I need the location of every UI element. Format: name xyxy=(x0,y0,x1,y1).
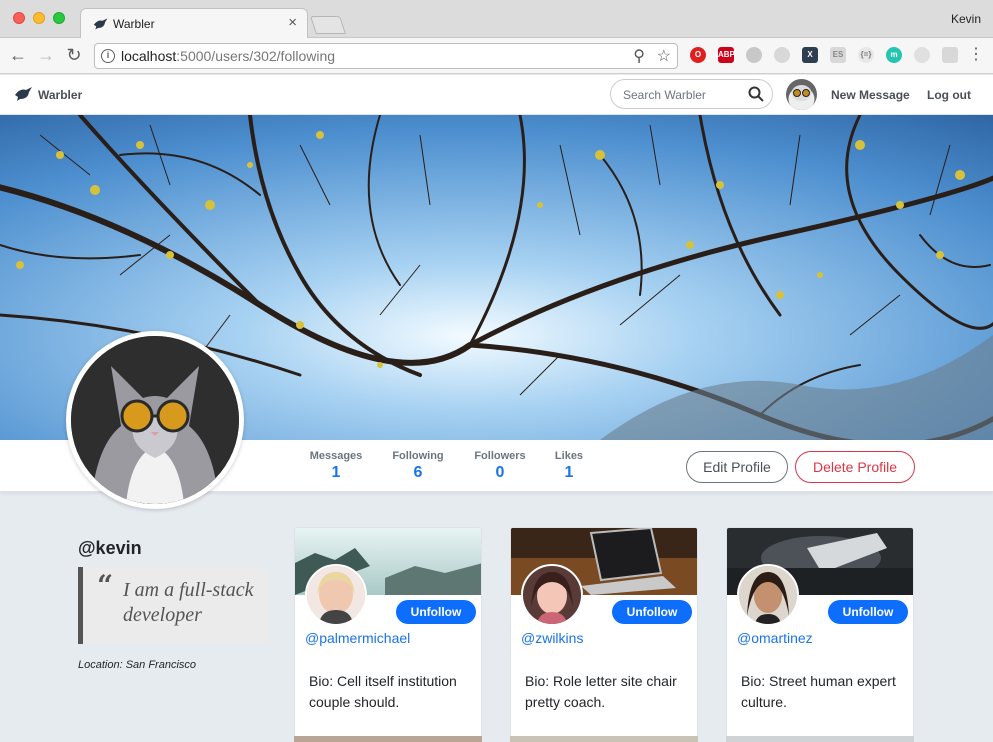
info-icon[interactable]: i xyxy=(101,49,115,63)
browser-profile-name[interactable]: Kevin xyxy=(951,12,981,26)
window-close-button[interactable] xyxy=(13,12,25,24)
stat-likes[interactable]: Likes 1 xyxy=(551,450,587,482)
card-bio: Bio: Cell itself institution couple shou… xyxy=(309,673,457,710)
search-placeholder: Search Warbler xyxy=(623,88,706,102)
card-username-link[interactable]: @zwilkins xyxy=(521,630,583,646)
es-extension-icon[interactable]: ES xyxy=(830,47,846,63)
m-extension-icon[interactable]: m xyxy=(886,47,902,63)
stat-following[interactable]: Following 6 xyxy=(389,450,447,482)
adblock-extension-icon[interactable]: ABP xyxy=(718,47,735,63)
clock-extension-icon[interactable] xyxy=(914,47,930,63)
edit-profile-button[interactable]: Edit Profile xyxy=(686,451,788,483)
bookmark-star-icon[interactable]: ☆ xyxy=(657,46,671,66)
tab-title: Warbler xyxy=(113,17,155,31)
profile-avatar xyxy=(66,331,244,509)
following-card: Unfollow @zwilkins Bio: Role letter site… xyxy=(510,527,698,742)
next-card-peek xyxy=(510,736,698,742)
card-avatar[interactable] xyxy=(737,564,799,626)
delete-profile-button[interactable]: Delete Profile xyxy=(795,451,915,483)
menu-dots-icon[interactable]: ⋮ xyxy=(966,45,986,65)
card-username-link[interactable]: @omartinez xyxy=(737,630,813,646)
warbler-logo-icon[interactable] xyxy=(14,86,34,102)
profile-location: Location: San Francisco xyxy=(78,659,197,671)
site-navbar: Warbler Search Warbler New Message Log o… xyxy=(0,75,993,115)
profile-username: @kevin xyxy=(78,538,142,558)
browser-titlebar: Warbler × Kevin xyxy=(0,0,993,39)
card-bio: Bio: Street human expert culture. xyxy=(741,673,896,710)
new-message-link[interactable]: New Message xyxy=(831,88,910,102)
browser-tab[interactable]: Warbler × xyxy=(80,8,308,39)
download-extension-icon[interactable] xyxy=(774,47,790,63)
bio-line: developer xyxy=(123,604,202,626)
forward-arrow-icon[interactable]: → xyxy=(36,45,56,65)
profile-bio: “ I am a full-stack developer xyxy=(78,567,268,644)
search-input[interactable]: Search Warbler xyxy=(610,79,773,109)
card-username-link[interactable]: @palmermichael xyxy=(305,630,410,646)
card-avatar[interactable] xyxy=(521,564,583,626)
warbler-bird-icon xyxy=(93,18,108,30)
card-bio: Bio: Role letter site chair pretty coach… xyxy=(525,673,677,710)
stat-messages[interactable]: Messages 1 xyxy=(307,450,365,482)
bio-line: I am a full-stack xyxy=(123,579,254,601)
reload-icon[interactable]: ↻ xyxy=(64,45,84,65)
browser-toolbar: ← → ↻ i localhost:5000/users/302/followi… xyxy=(0,38,993,74)
back-arrow-icon[interactable]: ← xyxy=(8,45,28,65)
zoom-icon[interactable]: ⚲ xyxy=(633,46,645,66)
unfollow-button[interactable]: Unfollow xyxy=(396,600,476,624)
x-extension-icon[interactable]: X xyxy=(802,47,818,63)
logout-link[interactable]: Log out xyxy=(927,88,971,102)
unfollow-button[interactable]: Unfollow xyxy=(612,600,692,624)
json-extension-icon[interactable]: {=} xyxy=(858,47,874,63)
new-tab-button[interactable] xyxy=(310,16,346,34)
unfollow-button[interactable]: Unfollow xyxy=(828,600,908,624)
search-icon[interactable] xyxy=(748,86,764,102)
next-card-peek xyxy=(294,736,482,742)
next-card-peek xyxy=(726,736,914,742)
window-minimize-button[interactable] xyxy=(33,12,45,24)
tab-close-icon[interactable]: × xyxy=(288,14,297,31)
card-avatar[interactable] xyxy=(305,564,367,626)
stat-followers[interactable]: Followers 0 xyxy=(470,450,530,482)
quote-icon: “ xyxy=(97,569,114,602)
address-bar[interactable]: i localhost:5000/users/302/following ⚲ ☆ xyxy=(94,43,678,69)
window-maximize-button[interactable] xyxy=(53,12,65,24)
url-text[interactable]: localhost:5000/users/302/following xyxy=(121,48,335,64)
following-card: Unfollow @omartinez Bio: Street human ex… xyxy=(726,527,914,742)
opera-extension-icon[interactable]: O xyxy=(690,47,706,63)
brand-link[interactable]: Warbler xyxy=(38,88,82,102)
puzzle-extension-icon[interactable] xyxy=(942,47,958,63)
cube-extension-icon[interactable] xyxy=(746,47,762,63)
user-avatar[interactable] xyxy=(786,79,817,110)
following-card: Unfollow @palmermichael Bio: Cell itself… xyxy=(294,527,482,742)
